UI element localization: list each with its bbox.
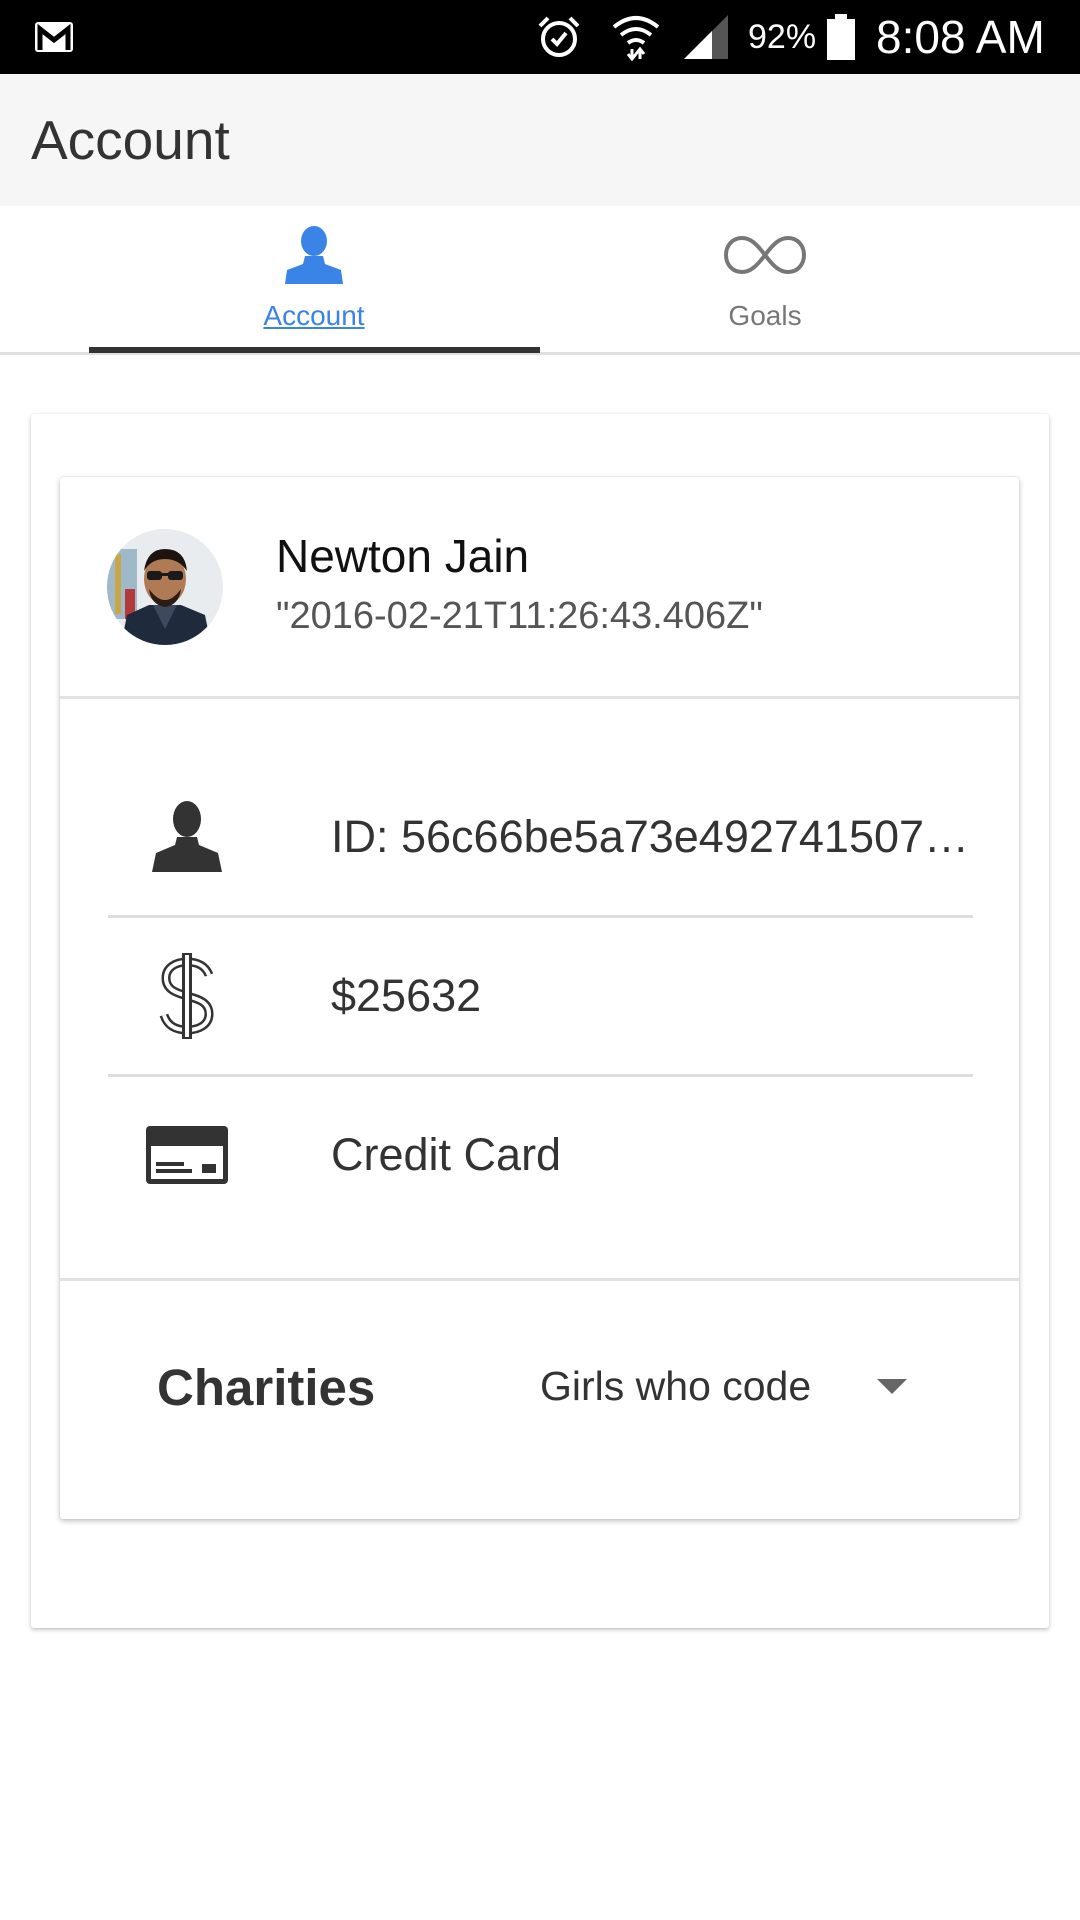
tab-bar: Account Goals <box>0 206 1080 355</box>
payment-row: Credit Card <box>108 1077 973 1233</box>
dropdown-arrow-icon <box>877 1379 907 1394</box>
account-card: Newton Jain "2016-02-21T11:26:43.406Z" I… <box>31 414 1049 1628</box>
credit-card-icon <box>136 1077 238 1233</box>
charities-label: Charities <box>157 1359 376 1416</box>
user-icon <box>136 759 238 915</box>
tab-indicator <box>89 347 540 353</box>
person-icon <box>283 222 345 288</box>
tab-account-label: Account <box>263 300 365 331</box>
clock: 8:08 AM <box>876 11 1045 63</box>
balance-amount: $25632 <box>331 970 482 1021</box>
profile-name: Newton Jain <box>276 530 530 582</box>
avatar <box>107 529 223 645</box>
status-bar: 92% 8:08 AM <box>0 0 1080 74</box>
account-id: ID: 56c66be5a73e492741507… <box>331 811 970 862</box>
alarm-icon <box>536 0 582 74</box>
battery-icon <box>826 0 856 74</box>
page-title: Account <box>31 109 230 171</box>
profile-date: "2016-02-21T11:26:43.406Z" <box>276 595 763 637</box>
profile-header: Newton Jain "2016-02-21T11:26:43.406Z" <box>60 477 1019 699</box>
tab-goals-label: Goals <box>728 300 802 331</box>
payment-method: Credit Card <box>331 1129 562 1180</box>
charities-dropdown[interactable]: Girls who code <box>540 1347 1000 1425</box>
wifi-icon <box>611 0 661 74</box>
tab-account[interactable]: Account <box>89 206 539 352</box>
balance-row: $25632 <box>108 918 973 1077</box>
dollar-icon <box>136 918 238 1074</box>
infinity-icon <box>722 222 808 288</box>
gmail-icon <box>33 0 75 74</box>
divider <box>60 1278 1019 1281</box>
battery-percent: 92% <box>748 17 817 56</box>
app-bar: Account <box>0 74 1080 206</box>
tab-goals[interactable]: Goals <box>540 206 990 352</box>
account-id-row: ID: 56c66be5a73e492741507… <box>108 759 973 918</box>
charities-selected-value: Girls who code <box>540 1362 812 1409</box>
signal-icon <box>682 0 730 74</box>
account-details-card: Newton Jain "2016-02-21T11:26:43.406Z" I… <box>60 477 1019 1519</box>
